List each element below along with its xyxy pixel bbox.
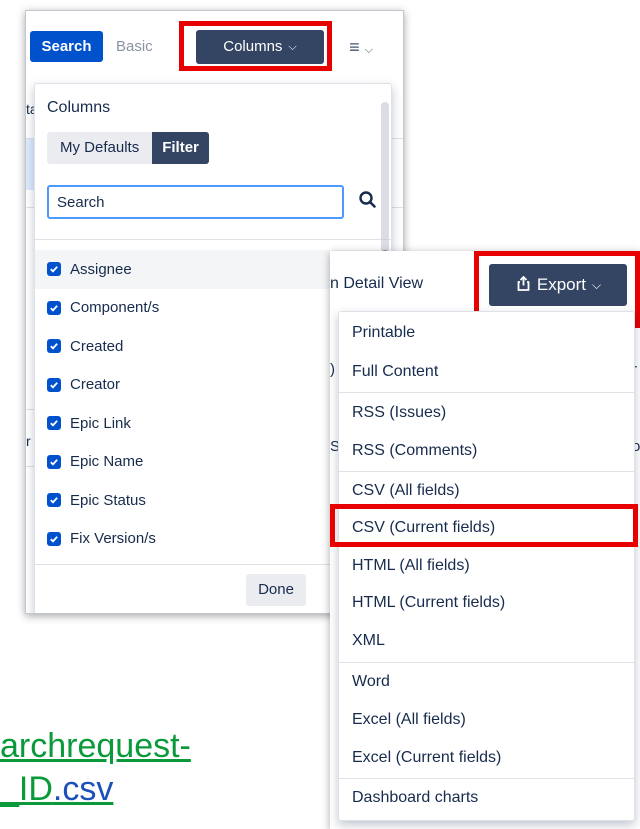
column-option-label: Assignee — [70, 260, 132, 278]
export-option-html-current[interactable]: HTML (Current fields) — [339, 585, 634, 621]
column-option-fix-versions[interactable]: Fix Version/s — [35, 520, 380, 559]
column-list: Assignee Component/s Created Creator Epi… — [35, 250, 380, 558]
column-option-epic-link[interactable]: Epic Link — [35, 404, 380, 443]
file-name-link-line1[interactable]: archrequest- — [0, 727, 191, 766]
column-option-label: Creator — [70, 376, 121, 394]
export-option-rss-issues[interactable]: RSS (Issues) — [339, 395, 634, 431]
filter-tab[interactable]: Filter — [152, 132, 209, 164]
list-menu-icon: ≡ — [349, 37, 360, 57]
checkbox-checked-icon[interactable] — [47, 454, 61, 469]
columns-search-input[interactable] — [47, 185, 344, 219]
view-menu-button[interactable]: ≡ ⌵ — [338, 31, 384, 63]
checkbox-checked-icon[interactable] — [47, 262, 61, 277]
column-option-epic-status[interactable]: Epic Status — [35, 481, 380, 520]
column-option-creator[interactable]: Creator — [35, 366, 380, 405]
export-screenshot: n Detail View Export⌵ ) r S ol Printable… — [330, 251, 640, 829]
export-menu: Printable Full Content RSS (Issues) RSS … — [338, 311, 635, 821]
search-toolbar: Search Basic Columns ⌵ ≡ ⌵ — [26, 11, 403, 81]
detail-view-label[interactable]: n Detail View — [330, 275, 423, 293]
columns-dropdown-title: Columns — [47, 99, 111, 116]
basic-link[interactable]: Basic — [116, 31, 153, 62]
export-option-excel-current[interactable]: Excel (Current fields) — [339, 740, 634, 776]
column-option-label: Epic Status — [70, 491, 146, 509]
done-button[interactable]: Done — [246, 574, 306, 606]
highlight-csv-current-box — [330, 504, 638, 547]
checkbox-checked-icon[interactable] — [47, 339, 61, 354]
checkbox-checked-icon[interactable] — [47, 300, 61, 315]
export-option-printable[interactable]: Printable — [339, 315, 634, 351]
checkbox-checked-icon[interactable] — [47, 416, 61, 431]
menu-separator — [339, 392, 634, 393]
column-option-label: Epic Link — [70, 414, 131, 432]
chevron-down-icon: ⌵ — [364, 44, 373, 56]
checkbox-checked-icon[interactable] — [47, 531, 61, 546]
search-icon[interactable] — [357, 189, 379, 211]
export-option-html-all[interactable]: HTML (All fields) — [339, 548, 634, 584]
dropdown-divider — [35, 239, 391, 240]
export-option-excel-all[interactable]: Excel (All fields) — [339, 702, 634, 738]
menu-separator — [339, 662, 634, 663]
column-option-epic-name[interactable]: Epic Name — [35, 443, 380, 482]
menu-separator — [339, 471, 634, 472]
search-button[interactable]: Search — [30, 31, 103, 62]
column-option-created[interactable]: Created — [35, 327, 380, 366]
column-option-label: Created — [70, 337, 124, 355]
file-name-link-line2[interactable]: _ID.csv — [0, 770, 113, 809]
columns-source-toggle: My Defaults Filter — [47, 132, 209, 164]
my-defaults-tab[interactable]: My Defaults — [47, 132, 153, 164]
column-option-assignee[interactable]: Assignee — [35, 250, 380, 289]
export-option-xml[interactable]: XML — [339, 623, 634, 659]
background-cut-text: ) — [330, 361, 335, 378]
export-option-full-content[interactable]: Full Content — [339, 354, 634, 390]
file-name-text: archrequest- — [0, 727, 191, 765]
highlight-columns-box — [179, 21, 332, 71]
checkbox-checked-icon[interactable] — [47, 493, 61, 508]
file-extension-text: .csv — [52, 770, 114, 808]
export-option-rss-comments[interactable]: RSS (Comments) — [339, 433, 634, 469]
menu-separator — [339, 778, 634, 779]
column-option-components[interactable]: Component/s — [35, 289, 380, 328]
column-option-label: Component/s — [70, 299, 160, 317]
column-option-label: Fix Version/s — [70, 530, 156, 548]
checkbox-checked-icon[interactable] — [47, 377, 61, 392]
export-option-word[interactable]: Word — [339, 664, 634, 700]
background-cut-text: r — [26, 433, 31, 449]
column-option-label: Epic Name — [70, 453, 144, 471]
file-name-text: _ID — [0, 770, 53, 808]
export-option-dashboard-charts[interactable]: Dashboard charts — [339, 780, 634, 816]
